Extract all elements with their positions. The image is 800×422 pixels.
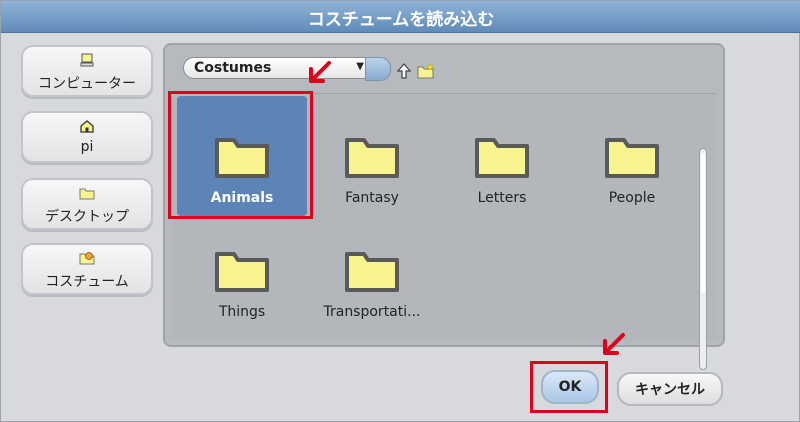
scrollbar-thumb[interactable] [701,153,705,293]
annotation-arrow-icon [603,333,625,355]
path-dropdown-cap [365,57,391,81]
path-dropdown-value: Costumes [194,60,272,76]
annotation-arrow-icon [309,61,331,83]
folder-icon [79,188,95,200]
sidebar-item-desktop[interactable]: デスクトップ [21,178,153,230]
dropdown-arrow-icon: ▼ [356,61,364,72]
folder-item-fantasy[interactable]: Fantasy [307,96,437,216]
folder-label: Things [218,304,266,320]
sidebar-item-label: デスクトップ [45,209,129,225]
folder-icon [215,252,269,292]
new-folder-icon[interactable] [417,63,435,79]
highlight-box-animals [168,91,313,219]
folder-label: Transportati... [323,304,421,320]
vertical-scrollbar[interactable] [699,148,707,370]
folder-item-letters[interactable]: Letters [437,96,567,216]
up-arrow-icon[interactable] [397,63,411,79]
computer-icon [80,53,94,67]
sidebar-item-costumes[interactable]: コスチューム [21,243,153,295]
folder-label: Letters [477,190,527,206]
sidebar-item-label: コンピューター [38,76,136,92]
path-dropdown[interactable]: Costumes ▼ [183,57,391,81]
costume-icon [79,252,95,265]
home-icon [80,120,94,133]
sidebar-item-pi[interactable]: pi [21,111,153,163]
cancel-button[interactable]: キャンセル [617,372,723,406]
folder-item-people[interactable]: People [567,96,697,216]
folder-icon [345,138,399,178]
folder-label: Fantasy [345,190,399,206]
dialog-title: コスチュームを読み込む [1,1,800,33]
folder-icon [475,138,529,178]
folder-icon [605,138,659,178]
sidebar-item-computer[interactable]: コンピューター [21,45,153,97]
load-costume-dialog: コスチュームを読み込む コンピューター pi デスクトップ コスチューム Cos… [0,0,800,422]
folder-icon [345,252,399,292]
highlight-box-ok [530,361,608,413]
folder-item-transportation[interactable]: Transportati... [307,210,437,330]
sidebar-item-label: pi [80,139,94,155]
folder-item-things[interactable]: Things [177,210,307,330]
folder-label: People [608,190,656,206]
sidebar-item-label: コスチューム [45,274,129,290]
